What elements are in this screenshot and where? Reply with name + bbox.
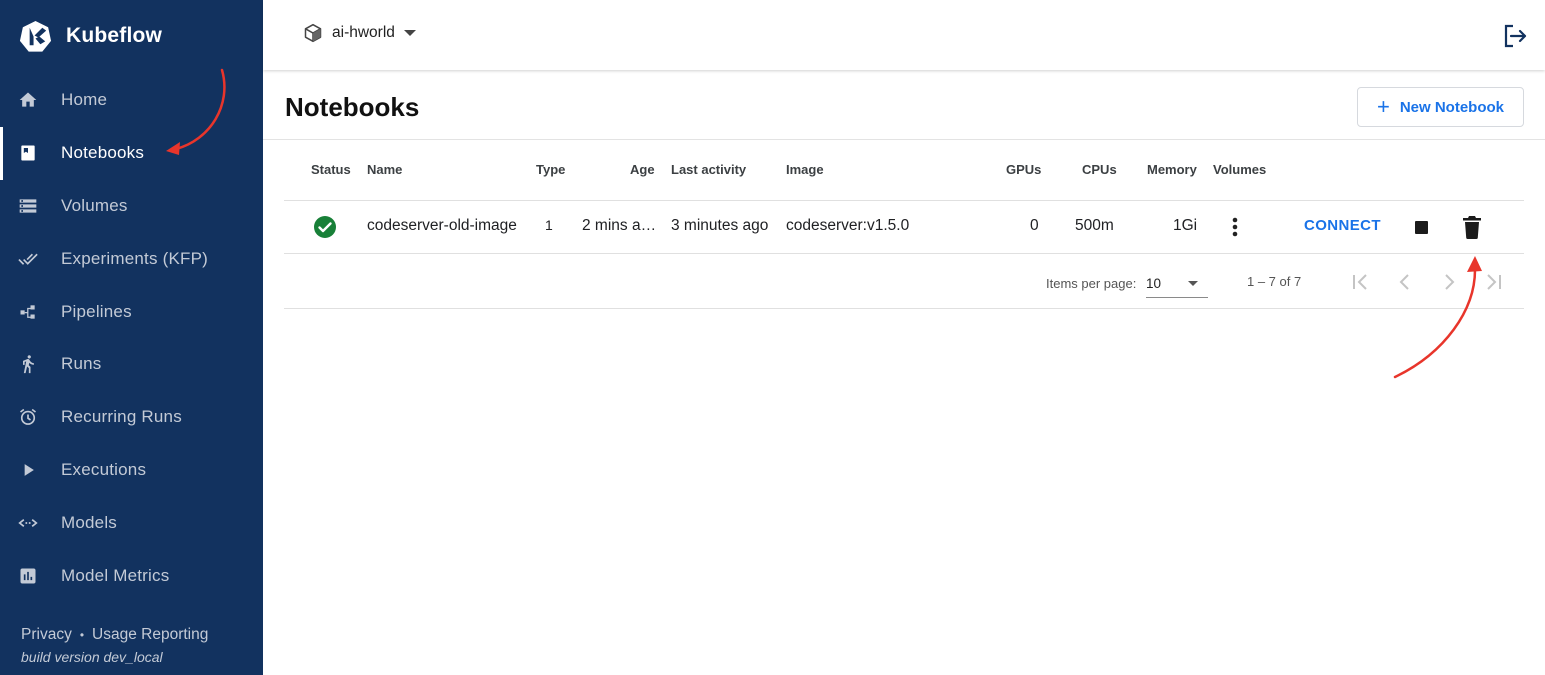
build-version: build version dev_local bbox=[21, 649, 163, 665]
header-status[interactable]: Status bbox=[311, 162, 351, 177]
cube-icon bbox=[304, 23, 322, 43]
sidebar-item-label: Executions bbox=[61, 459, 147, 479]
items-per-page-label: Items per page: bbox=[1046, 276, 1137, 291]
privacy-link[interactable]: Privacy bbox=[21, 626, 72, 644]
header-age[interactable]: Age bbox=[630, 162, 655, 177]
stop-icon bbox=[1414, 220, 1428, 234]
header-cpus[interactable]: CPUs bbox=[1082, 162, 1117, 177]
sidebar-item-label: Volumes bbox=[61, 195, 128, 215]
header-divider bbox=[284, 200, 1524, 201]
sidebar-item-executions[interactable]: Executions bbox=[0, 444, 263, 497]
brand-logo[interactable]: Kubeflow bbox=[18, 18, 162, 54]
sidebar-item-runs[interactable]: Runs bbox=[0, 338, 263, 391]
header-type[interactable]: Type bbox=[536, 162, 565, 177]
sidebar-item-label: Model Metrics bbox=[61, 565, 170, 585]
check-circle-icon bbox=[314, 216, 336, 238]
sidebar: Kubeflow Home Notebooks Volumes Experime… bbox=[0, 0, 263, 675]
delete-icon[interactable] bbox=[1461, 214, 1483, 240]
alarm-icon bbox=[18, 407, 38, 427]
sidebar-item-recurring-runs[interactable]: Recurring Runs bbox=[0, 391, 263, 444]
caret-down-icon bbox=[403, 30, 416, 36]
logout-icon[interactable] bbox=[1502, 23, 1528, 49]
stop-button[interactable] bbox=[1410, 216, 1432, 238]
kubeflow-logo-icon bbox=[19, 20, 52, 52]
code-arrows-icon bbox=[18, 513, 38, 533]
cell-memory: 1Gi bbox=[1173, 217, 1198, 234]
last-page-icon[interactable] bbox=[1481, 270, 1505, 294]
cell-name: codeserver-old-image bbox=[367, 217, 517, 234]
caret-down-icon bbox=[1188, 281, 1198, 286]
sidebar-item-label: Home bbox=[61, 90, 108, 110]
header-gpus[interactable]: GPUs bbox=[1006, 162, 1041, 177]
sidebar-footer: Privacy • Usage Reporting build version … bbox=[21, 626, 208, 665]
cell-gpus: 0 bbox=[1030, 217, 1039, 234]
sidebar-nav: Home Notebooks Volumes Experiments (KFP) bbox=[0, 74, 263, 602]
cell-last-activity: 3 minutes ago bbox=[671, 217, 769, 234]
previous-page-icon[interactable] bbox=[1393, 270, 1417, 294]
brand-name: Kubeflow bbox=[66, 24, 163, 47]
page-title: Notebooks bbox=[285, 92, 420, 122]
top-bar: ai-hworld bbox=[263, 0, 1545, 70]
next-page-icon[interactable] bbox=[1437, 270, 1461, 294]
cell-image: codeserver:v1.5.0 bbox=[786, 217, 910, 234]
home-icon bbox=[18, 90, 38, 110]
plus-icon: + bbox=[1376, 94, 1390, 119]
cell-age: 2 mins a… bbox=[582, 217, 657, 234]
header-image[interactable]: Image bbox=[786, 162, 824, 177]
new-notebook-label: New Notebook bbox=[1399, 98, 1505, 116]
new-notebook-button[interactable]: + New Notebook bbox=[1357, 87, 1524, 127]
sidebar-item-label: Recurring Runs bbox=[61, 407, 182, 427]
cell-type: 1 bbox=[545, 217, 553, 233]
connect-button[interactable]: CONNECT bbox=[1304, 217, 1381, 234]
app-root: Kubeflow Home Notebooks Volumes Experime… bbox=[0, 0, 1545, 675]
sidebar-item-pipelines[interactable]: Pipelines bbox=[0, 285, 263, 338]
row-divider bbox=[284, 253, 1524, 254]
done-all-icon bbox=[18, 249, 38, 269]
title-divider bbox=[263, 139, 1545, 140]
header-name[interactable]: Name bbox=[367, 162, 402, 177]
run-icon bbox=[18, 354, 38, 374]
header-last-activity[interactable]: Last activity bbox=[671, 162, 746, 177]
namespace-name: ai-hworld bbox=[332, 24, 395, 41]
sidebar-item-label: Runs bbox=[61, 354, 102, 374]
page-range: 1 – 7 of 7 bbox=[1247, 274, 1302, 289]
sidebar-item-label: Models bbox=[61, 512, 118, 532]
first-page-icon[interactable] bbox=[1349, 270, 1373, 294]
cell-cpus: 500m bbox=[1075, 217, 1114, 234]
sidebar-item-notebooks[interactable]: Notebooks bbox=[0, 126, 263, 180]
page-size-select[interactable]: 10 bbox=[1146, 270, 1208, 298]
sidebar-item-label: Pipelines bbox=[61, 301, 132, 321]
pipeline-icon bbox=[18, 302, 38, 322]
play-icon bbox=[18, 460, 38, 480]
usage-reporting-link[interactable]: Usage Reporting bbox=[92, 626, 208, 644]
bar-chart-icon bbox=[18, 566, 38, 586]
sidebar-item-model-metrics[interactable]: Model Metrics bbox=[0, 549, 263, 602]
header-volumes[interactable]: Volumes bbox=[1213, 162, 1266, 177]
notebook-icon bbox=[18, 143, 38, 163]
sidebar-item-home[interactable]: Home bbox=[0, 74, 263, 127]
sidebar-item-volumes[interactable]: Volumes bbox=[0, 180, 263, 233]
sidebar-item-label: Notebooks bbox=[61, 143, 145, 163]
storage-icon bbox=[18, 196, 38, 216]
footer-separator: • bbox=[79, 628, 85, 642]
more-vert-icon[interactable] bbox=[1227, 215, 1243, 239]
sidebar-item-label: Experiments (KFP) bbox=[61, 248, 208, 268]
namespace-selector[interactable]: ai-hworld bbox=[303, 23, 416, 43]
sidebar-item-models[interactable]: Models bbox=[0, 496, 263, 549]
page-size-value: 10 bbox=[1146, 276, 1162, 291]
sidebar-item-experiments[interactable]: Experiments (KFP) bbox=[0, 232, 263, 285]
header-memory[interactable]: Memory bbox=[1147, 162, 1197, 177]
footer-links: Privacy • Usage Reporting bbox=[21, 626, 208, 644]
paginator-divider bbox=[284, 308, 1524, 309]
